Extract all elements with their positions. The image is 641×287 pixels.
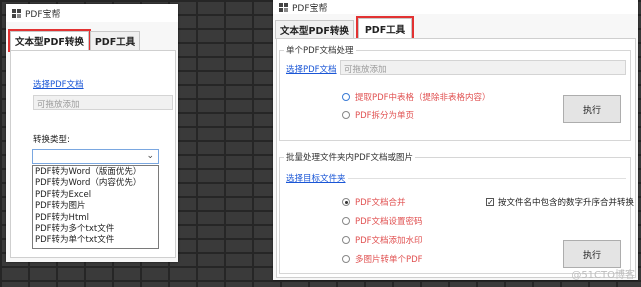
radio-circle[interactable]: [342, 111, 350, 119]
radio-label: PDF文档合并: [355, 198, 406, 208]
dropdown-option[interactable]: PDF转为Html: [35, 213, 156, 224]
tab-pdf-tools[interactable]: PDF工具: [89, 31, 141, 50]
single-pdf-group-title: 单个PDF文档处理: [284, 44, 356, 56]
tab-pdf-tools[interactable]: PDF工具: [355, 16, 415, 41]
watermark: @51CTO博客: [571, 270, 635, 281]
execute-button[interactable]: 执行: [563, 240, 621, 268]
app-icon: [12, 8, 21, 18]
convert-type-label: 转换类型:: [33, 135, 70, 145]
left-titlebar: PDF宝帮: [6, 4, 178, 22]
radio-split-pages[interactable]: PDF拆分为单页: [342, 109, 414, 121]
radio-circle[interactable]: [342, 198, 350, 206]
dropdown-option[interactable]: PDF转为多个txt文件: [35, 224, 156, 235]
right-tabpanel: 单个PDF文档处理 选择PDF文档 可拖放添加 提取PDF中表格（提除非表格内容…: [276, 38, 636, 278]
convert-type-select[interactable]: ⌄: [32, 149, 159, 164]
radio-merge-pdf[interactable]: PDF文档合并: [342, 196, 406, 208]
app-icon: [279, 2, 288, 12]
divider: [348, 178, 626, 179]
drag-drop-field[interactable]: 可拖放添加: [340, 60, 626, 75]
drag-drop-field[interactable]: 可拖放添加: [33, 95, 173, 110]
single-pdf-group: 单个PDF文档处理 选择PDF文档 可拖放添加 提取PDF中表格（提除非表格内容…: [279, 44, 631, 141]
radio-add-watermark[interactable]: PDF文档添加水印: [342, 234, 423, 246]
checkbox-label: 按文件名中包含的数字升序合并转换: [498, 198, 635, 208]
radio-circle[interactable]: [342, 236, 350, 244]
tab-text-pdf-convert[interactable]: 文本型PDF转换: [275, 20, 354, 39]
chevron-down-icon[interactable]: ⌄: [146, 151, 154, 161]
check-icon[interactable]: ✓: [486, 198, 494, 207]
window-title: PDF宝帮: [25, 9, 61, 20]
radio-label: PDF文档添加水印: [355, 236, 423, 246]
right-tabs: 文本型PDF转换 PDF工具: [275, 16, 415, 41]
dropdown-option[interactable]: PDF转为Word（内容优先）: [35, 178, 156, 189]
radio-set-password[interactable]: PDF文档设置密码: [342, 215, 423, 227]
window-title: PDF宝帮: [292, 3, 328, 14]
sort-by-number-checkbox[interactable]: ✓ 按文件名中包含的数字升序合并转换: [486, 196, 634, 208]
radio-extract-tables[interactable]: 提取PDF中表格（提除非表格内容）: [342, 91, 491, 103]
convert-type-dropdown: PDF转为Word（版面优先） PDF转为Word（内容优先） PDF转为Exc…: [32, 165, 159, 249]
batch-group: 批量处理文件夹内PDF文档或图片 选择目标文件夹 PDF文档合并 PDF文档设置…: [279, 151, 634, 274]
dropdown-option[interactable]: PDF转为Word（版面优先）: [35, 167, 156, 178]
dropdown-option[interactable]: PDF转为图片: [35, 201, 156, 212]
left-tabs: 文本型PDF转换 PDF工具: [8, 29, 141, 52]
dropdown-option[interactable]: PDF转为Excel: [35, 190, 156, 201]
select-pdf-link[interactable]: 选择PDF文档: [33, 78, 84, 90]
radio-circle[interactable]: [342, 255, 350, 263]
radio-circle[interactable]: [342, 217, 350, 225]
radio-label: 提取PDF中表格（提除非表格内容）: [355, 93, 491, 103]
left-window: PDF宝帮 文本型PDF转换 PDF工具 选择PDF文档 可拖放添加 转换类型:…: [6, 4, 178, 262]
right-window: PDF宝帮 文本型PDF转换 PDF工具 单个PDF文档处理 选择PDF文档 可…: [273, 0, 638, 280]
left-tabpanel: 选择PDF文档 可拖放添加 转换类型: ⌄ PDF转为Word（版面优先） PD…: [10, 50, 176, 258]
radio-circle[interactable]: [342, 93, 350, 101]
select-pdf-link[interactable]: 选择PDF文档: [286, 63, 337, 75]
execute-button[interactable]: 执行: [563, 95, 621, 123]
radio-label: PDF拆分为单页: [355, 111, 415, 121]
select-folder-link[interactable]: 选择目标文件夹: [286, 172, 346, 184]
right-titlebar: PDF宝帮: [273, 0, 638, 14]
dropdown-option[interactable]: PDF转为单个txt文件: [35, 235, 156, 246]
tab-text-pdf-convert[interactable]: 文本型PDF转换: [8, 29, 91, 52]
batch-group-title: 批量处理文件夹内PDF文档或图片: [284, 151, 416, 163]
radio-images-to-pdf[interactable]: 多图片转单个PDF: [342, 253, 423, 265]
radio-label: 多图片转单个PDF: [355, 255, 423, 265]
radio-label: PDF文档设置密码: [355, 217, 423, 227]
